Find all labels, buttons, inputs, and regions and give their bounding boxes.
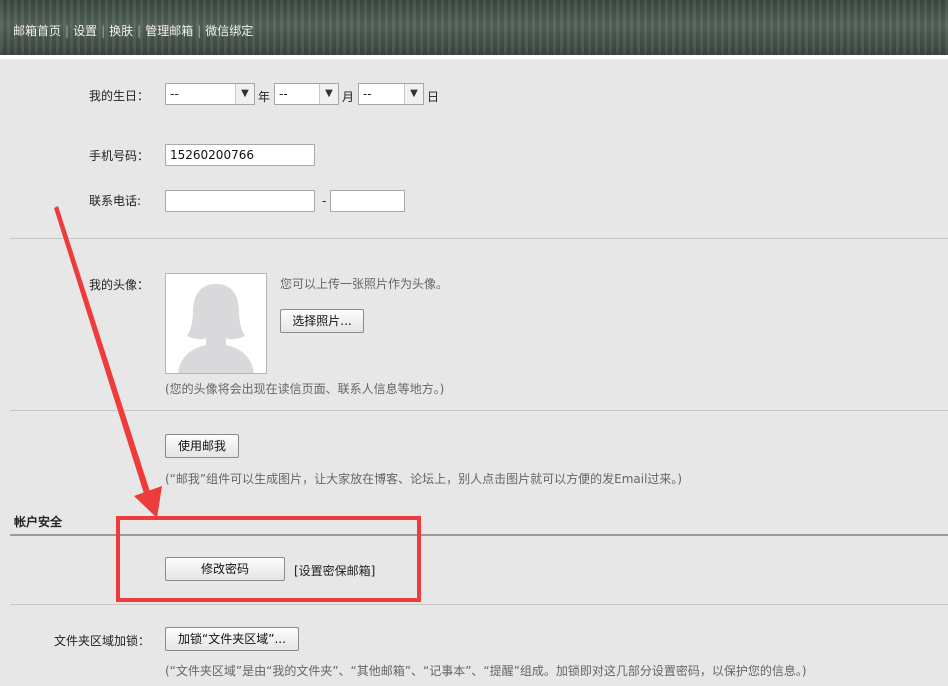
avatar-label: 我的头像：	[89, 278, 150, 292]
nav-separator: |	[197, 24, 202, 38]
avatar-note: (您的头像将会出现在读信页面、联系人信息等地方。)	[165, 382, 445, 396]
month-unit: 月	[342, 90, 355, 104]
annotation-highlight-box	[116, 516, 421, 602]
annotation-arrow-shaft	[54, 206, 152, 500]
day-unit: 日	[427, 90, 440, 104]
mobile-label: 手机号码：	[89, 149, 150, 163]
section-title-account-security: 帐户安全	[14, 515, 63, 529]
chevron-down-icon: ▼	[319, 84, 338, 104]
folder-lock-note: (“文件夹区域”是由“我的文件夹”、“其他邮箱”、“记事本”、“提醒”组成。加锁…	[165, 664, 807, 678]
lock-folder-area-button[interactable]: 加锁“文件夹区域”...	[165, 627, 299, 651]
avatar-placeholder-icon	[166, 274, 266, 373]
avatar	[165, 273, 267, 374]
birthday-month-value: --	[279, 87, 288, 101]
top-nav: 邮箱首页 | 设置 | 换肤 | 管理邮箱 | 微信绑定	[13, 22, 253, 39]
divider	[10, 604, 948, 605]
birthday-month-select[interactable]: -- ▼	[274, 83, 339, 105]
birthday-day-select[interactable]: -- ▼	[358, 83, 424, 105]
phone-label: 联系电话:	[89, 194, 142, 208]
phone-dash: -	[322, 194, 327, 208]
folder-lock-label: 文件夹区域加锁：	[54, 634, 151, 648]
birthday-year-select[interactable]: -- ▼	[165, 83, 255, 105]
divider	[10, 238, 948, 239]
divider	[10, 410, 948, 411]
phone-number-input[interactable]	[330, 190, 405, 212]
nav-separator: |	[65, 24, 70, 38]
nav-skin[interactable]: 换肤	[109, 24, 133, 38]
annotation-arrow-head	[134, 486, 162, 518]
choose-photo-button[interactable]: 选择照片...	[280, 309, 364, 333]
birthday-day-value: --	[363, 87, 372, 101]
avatar-hint: 您可以上传一张照片作为头像。	[280, 277, 449, 291]
mailme-note: (“邮我”组件可以生成图片，让大家放在博客、论坛上，别人点击图片就可以方便的发E…	[165, 472, 683, 486]
birthday-year-value: --	[170, 87, 179, 101]
header-divider	[0, 55, 948, 59]
nav-mail-home[interactable]: 邮箱首页	[13, 24, 61, 38]
nav-manage-mailbox[interactable]: 管理邮箱	[145, 24, 193, 38]
phone-area-input[interactable]	[165, 190, 315, 212]
chevron-down-icon: ▼	[235, 84, 254, 104]
nav-separator: |	[137, 24, 142, 38]
birthday-label: 我的生日：	[89, 89, 150, 103]
nav-separator: |	[101, 24, 106, 38]
year-unit: 年	[258, 90, 271, 104]
nav-settings[interactable]: 设置	[73, 24, 97, 38]
use-mailme-button[interactable]: 使用邮我	[165, 434, 239, 458]
mobile-input[interactable]: 15260200766	[165, 144, 315, 166]
nav-wechat-bind[interactable]: 微信绑定	[205, 24, 253, 38]
chevron-down-icon: ▼	[404, 84, 423, 104]
